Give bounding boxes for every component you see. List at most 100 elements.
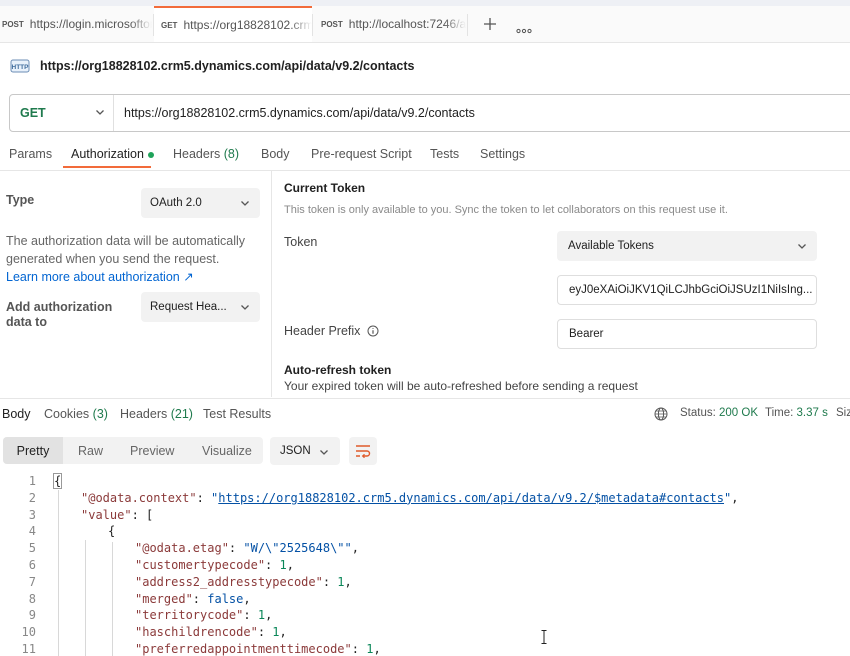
auth-type-select[interactable]: OAuth 2.0 — [141, 188, 260, 218]
method-select[interactable]: GET — [10, 95, 114, 131]
tab-tests[interactable]: Tests — [430, 147, 459, 161]
response-tab-headers[interactable]: Headers (21) — [120, 407, 193, 421]
tab-method: GET — [161, 21, 177, 30]
line-number: 1 — [20, 474, 36, 488]
line-number: 10 — [20, 625, 36, 639]
tab-prerequest[interactable]: Pre-request Script — [311, 147, 412, 161]
response-tab-tests[interactable]: Test Results — [203, 407, 271, 421]
available-tokens-select[interactable]: Available Tokens — [557, 231, 817, 261]
auth-type-label: Type — [6, 193, 34, 207]
line-number: 3 — [20, 508, 36, 522]
current-token-note: This token is only available to you. Syn… — [284, 204, 728, 216]
current-token-heading: Current Token — [284, 181, 365, 195]
wrap-lines-button[interactable] — [349, 437, 377, 465]
response-view-bar: Pretty Raw Preview Visualize — [3, 437, 263, 464]
add-auth-to-label: Add authorization data to — [6, 300, 126, 330]
token-input[interactable]: eyJ0eXAiOiJKV1QiLCJhbGciOiJSUzI1NiIsIng.… — [557, 275, 817, 305]
response-tabs: Body Cookies (3) Headers (21) Test Resul… — [0, 398, 850, 431]
response-tab-body[interactable]: Body — [2, 407, 31, 421]
add-auth-to-select[interactable]: Request Hea... — [141, 292, 260, 322]
header-prefix-input[interactable]: Bearer — [557, 319, 817, 349]
code-line: "preferredappointmenttimecode": 1, — [135, 642, 381, 656]
line-number: 8 — [20, 592, 36, 606]
tab-method: POST — [321, 20, 343, 29]
tab-contacts[interactable]: GET https://org18828102.crm5.dynamics.co… — [154, 6, 312, 42]
tab-login[interactable]: POST https://login.microsoftonline.com — [0, 6, 152, 42]
status-label: Status: — [680, 407, 716, 419]
line-number: 7 — [20, 575, 36, 589]
available-tokens-value: Available Tokens — [568, 240, 654, 252]
url-bar: GET https://org18828102.crm5.dynamics.co… — [9, 94, 850, 132]
active-tab-underline — [63, 166, 151, 168]
format-select[interactable]: JSON — [270, 437, 340, 465]
url-input[interactable]: https://org18828102.crm5.dynamics.com/ap… — [124, 95, 475, 131]
token-value: eyJ0eXAiOiJKV1QiLCJhbGciOiJSUzI1NiIsIng.… — [569, 284, 814, 296]
cookies-count: (3) — [93, 407, 108, 421]
time-value: 3.37 s — [797, 407, 828, 419]
auth-type-value: OAuth 2.0 — [150, 197, 202, 209]
request-tabs-bar: POST https://login.microsoftonline.com G… — [0, 6, 850, 43]
line-number: 6 — [20, 558, 36, 572]
learn-more-link[interactable]: Learn more about authorization ↗ — [6, 269, 194, 284]
chevron-down-icon — [319, 447, 329, 460]
http-icon: HTTP — [10, 57, 30, 75]
line-number: 4 — [20, 524, 36, 538]
plus-icon[interactable] — [483, 17, 497, 36]
method-value: GET — [20, 106, 46, 120]
globe-icon[interactable] — [654, 407, 668, 426]
more-icon[interactable] — [516, 21, 532, 39]
view-raw[interactable]: Raw — [78, 437, 103, 464]
tab-method: POST — [2, 20, 24, 29]
view-preview[interactable]: Preview — [130, 437, 174, 464]
resp-headers-label: Headers — [120, 407, 167, 421]
line-number: 5 — [20, 541, 36, 555]
auto-refresh-note: Your expired token will be auto-refreshe… — [284, 379, 638, 393]
code-line: "territorycode": 1, — [135, 608, 272, 622]
line-number: 2 — [20, 491, 36, 505]
svg-text:HTTP: HTTP — [12, 64, 30, 71]
tab-headers-label: Headers — [173, 147, 220, 161]
view-pretty[interactable]: Pretty — [3, 437, 63, 464]
tab-localhost[interactable]: POST http://localhost:7246/api — [313, 6, 466, 42]
chevron-down-icon — [240, 302, 250, 315]
header-prefix-value: Bearer — [569, 328, 604, 340]
status-value: 200 OK — [719, 407, 758, 419]
wrap-lines-icon — [355, 444, 371, 463]
header-prefix-text: Header Prefix — [284, 324, 360, 338]
tab-params[interactable]: Params — [9, 147, 52, 161]
response-tab-cookies[interactable]: Cookies (3) — [44, 407, 108, 421]
code-line: "@odata.context": "https://org18828102.c… — [81, 491, 738, 505]
resp-headers-count: (21) — [171, 407, 193, 421]
line-number: 11 — [20, 642, 36, 656]
time-label: Time: — [765, 407, 793, 419]
response-body-code: 1 {2 "@odata.context": "https://org1882810… — [0, 474, 850, 656]
code-line: "@odata.etag": "W/\"2525648\"", — [135, 541, 359, 555]
tab-headers[interactable]: Headers (8) — [173, 147, 239, 161]
chevron-down-icon — [95, 106, 105, 120]
header-prefix-label: Header Prefix — [284, 324, 379, 340]
auth-description: The authorization data will be automatic… — [6, 232, 256, 268]
code-line: { — [108, 524, 115, 538]
tab-headers-count: (8) — [224, 147, 239, 161]
code-line: "merged": false, — [135, 592, 251, 606]
tab-authorization-label: Authorization — [71, 147, 144, 161]
add-auth-to-value: Request Hea... — [150, 301, 227, 313]
size-label: Siz — [836, 407, 850, 419]
view-visualize[interactable]: Visualize — [202, 437, 252, 464]
chevron-down-icon — [797, 241, 807, 254]
auto-refresh-heading: Auto-refresh token — [284, 363, 391, 377]
format-value: JSON — [280, 445, 311, 457]
line-number: 9 — [20, 608, 36, 622]
code-line: "address2_addresstypecode": 1, — [135, 575, 352, 589]
tab-settings[interactable]: Settings — [480, 147, 525, 161]
tab-authorization[interactable]: Authorization — [71, 147, 154, 161]
chevron-down-icon — [240, 198, 250, 211]
status-readout: Status: 200 OK — [680, 407, 758, 419]
info-icon[interactable] — [367, 325, 379, 340]
tab-body[interactable]: Body — [261, 147, 290, 161]
request-title-text: https://org18828102.crm5.dynamics.com/ap… — [40, 59, 414, 73]
code-line: "haschildrencode": 1, — [135, 625, 287, 639]
text-cursor-icon — [541, 630, 547, 649]
active-dot-icon — [148, 152, 154, 158]
cookies-label: Cookies — [44, 407, 89, 421]
